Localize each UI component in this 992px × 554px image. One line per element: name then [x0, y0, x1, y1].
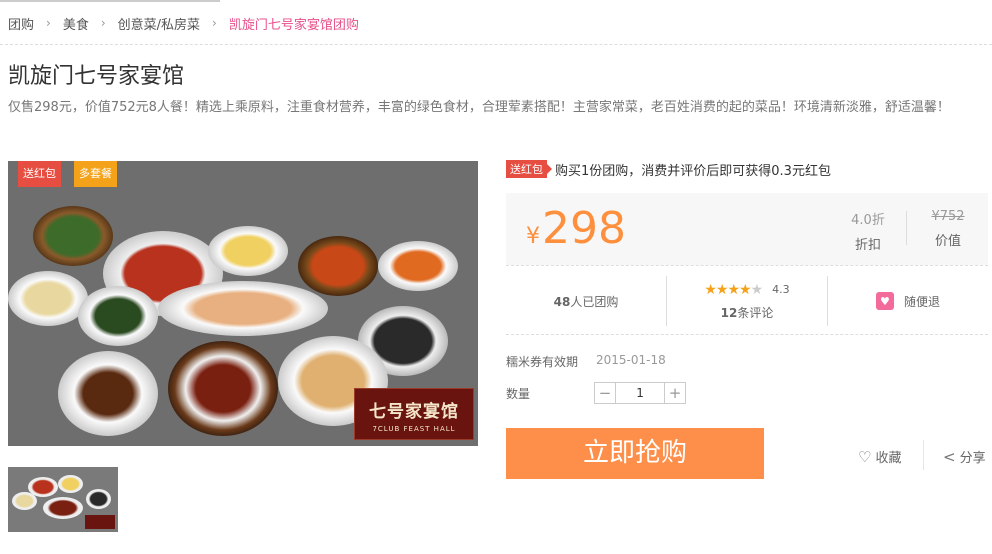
chevron-right-icon: › [46, 16, 51, 30]
rating-value: 4.3 [772, 283, 790, 296]
dish-plate [208, 226, 288, 276]
review-count: 12 [720, 305, 738, 320]
heart-icon: ♡ [858, 447, 872, 466]
top-divider [0, 0, 220, 2]
multi-package-tag: 多套餐 [74, 161, 117, 187]
deal-description: 仅售298元，价值752元8人餐！精选上乘原料，注重食材营养，丰富的绿色食材，合… [8, 100, 950, 115]
promo-line: 送红包 购买1份团购，消费并评价后即可获得0.3元红包 [506, 160, 831, 179]
thumbnail-logo [85, 515, 115, 529]
rating-cell[interactable]: ★★★★★ 4.3 12条评论 [667, 266, 827, 336]
sold-count: 48 [553, 294, 571, 309]
deal-stats-row: 48人已团购 ★★★★★ 4.3 12条评论 ♥ 随便退 [506, 265, 988, 335]
deal-title: 凯旋门七号家宴馆 [8, 64, 185, 89]
main-deal-image: 送红包 多套餐 七号家宴馆 7CLUB FEAST HALL [8, 161, 478, 446]
price-amount: 298 [542, 203, 626, 254]
dish-plate [298, 236, 378, 296]
share-icon: < [943, 447, 956, 466]
quantity-row: 数量 − + [506, 382, 687, 404]
breadcrumb-item-category[interactable]: 创意菜/私房菜 [118, 14, 200, 33]
restaurant-logo: 七号家宴馆 7CLUB FEAST HALL [354, 388, 474, 440]
breadcrumb: 团购 › 美食 › 创意菜/私房菜 › 凯旋门七号家宴馆团购 [8, 13, 359, 33]
favorite-label: 收藏 [875, 451, 902, 466]
dish-plate [12, 492, 37, 510]
dish-plate [33, 206, 113, 266]
discount-stat: 4.0折 折扣 [838, 209, 898, 253]
dish-plate [58, 351, 158, 436]
discount-label: 折扣 [854, 238, 881, 253]
dish-plate [168, 341, 278, 436]
current-price: ¥ 298 [526, 205, 626, 253]
stat-divider [906, 211, 907, 245]
share-label: 分享 [959, 451, 986, 466]
dish-plate [58, 475, 83, 493]
dish-plate [43, 497, 83, 519]
currency-symbol: ¥ [526, 224, 540, 249]
logo-english-name: 7CLUB FEAST HALL [372, 425, 456, 433]
dish-plate [158, 281, 328, 336]
original-price-label: 价值 [934, 234, 961, 249]
refund-label: 随便退 [903, 294, 940, 309]
validity-row: 糯米券有效期 2015-01-18 [506, 353, 666, 370]
sold-count-cell: 48人已团购 [506, 266, 666, 336]
minus-button[interactable]: − [595, 383, 616, 403]
dish-plate [78, 286, 158, 346]
logo-chinese-name: 七号家宴馆 [369, 402, 459, 422]
quantity-input[interactable] [615, 383, 666, 403]
refund-cell: ♥ 随便退 [828, 266, 988, 336]
favorite-button[interactable]: ♡ 收藏 [858, 447, 902, 467]
chevron-right-icon: › [100, 16, 106, 30]
discount-value: 4.0折 [851, 213, 885, 228]
validity-label: 糯米券有效期 [506, 355, 579, 369]
chevron-right-icon: › [212, 16, 217, 30]
gallery-thumbnail[interactable] [8, 467, 118, 532]
dish-plate [378, 241, 458, 291]
original-price-stat: ¥752 价值 [918, 209, 978, 249]
heart-shield-icon: ♥ [875, 292, 894, 310]
dish-plate [8, 271, 88, 326]
dish-plate [86, 489, 111, 509]
rating-stars-icon: ★★★★★ [704, 281, 763, 298]
promo-text: 购买1份团购，消费并评价后即可获得0.3元红包 [555, 163, 831, 179]
plus-button[interactable]: + [665, 383, 686, 403]
sold-label: 人已团购 [570, 294, 619, 309]
buy-now-button[interactable]: 立即抢购 [506, 428, 764, 479]
red-envelope-tag: 送红包 [18, 161, 61, 187]
quantity-stepper: − + [594, 382, 687, 404]
quantity-label: 数量 [506, 386, 531, 401]
price-box: ¥ 298 4.0折 折扣 ¥752 价值 [506, 193, 988, 265]
breadcrumb-divider [0, 44, 992, 45]
action-divider [923, 440, 924, 470]
share-button[interactable]: < 分享 [943, 447, 986, 467]
breadcrumb-current: 凯旋门七号家宴馆团购 [228, 17, 359, 33]
original-price-value: ¥752 [931, 209, 965, 224]
red-envelope-badge: 送红包 [506, 160, 552, 178]
breadcrumb-item-tuangou[interactable]: 团购 [8, 14, 34, 33]
review-label: 条评论 [737, 305, 774, 320]
validity-date: 2015-01-18 [596, 353, 666, 367]
breadcrumb-item-food[interactable]: 美食 [63, 14, 89, 33]
